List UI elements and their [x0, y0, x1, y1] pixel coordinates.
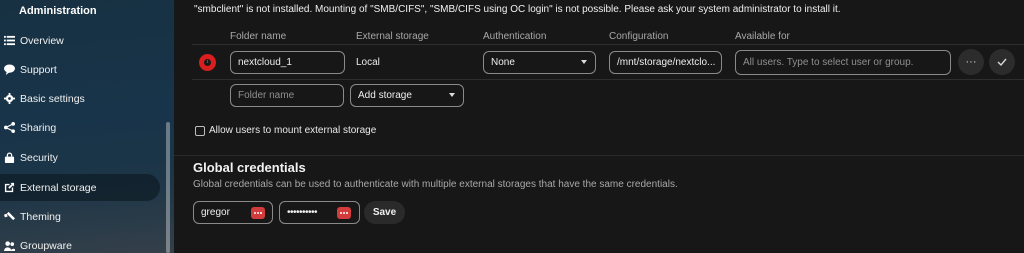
more-actions-button[interactable]: ···	[958, 49, 984, 75]
password-input[interactable]: ••••••••••	[279, 201, 360, 224]
more-icon: ···	[965, 56, 977, 68]
section-divider	[174, 155, 1024, 156]
username-value: gregor	[201, 207, 230, 218]
smbclient-warning: "smbclient" is not installed. Mounting o…	[194, 4, 841, 15]
sidebar-item-label: External storage	[20, 181, 97, 194]
sidebar-item-sharing[interactable]: Sharing	[0, 114, 160, 141]
sidebar-item-label: Groupware	[20, 239, 72, 252]
sidebar-item-support[interactable]: Support	[0, 56, 160, 83]
sidebar-item-label: Support	[20, 63, 57, 76]
available-for-input[interactable]	[735, 50, 951, 75]
save-credentials-button[interactable]: Save	[364, 201, 405, 224]
folder-name-input[interactable]	[230, 51, 345, 74]
password-mask: ••••••••••	[287, 207, 318, 218]
table-row-divider	[192, 79, 1024, 80]
external-storage-settings: "smbclient" is not installed. Mounting o…	[174, 0, 1024, 253]
lock-icon	[2, 151, 16, 165]
sidebar-item-theming[interactable]: Theming	[0, 203, 160, 230]
sidebar-section-title: Administration	[19, 5, 97, 17]
sidebar-item-security[interactable]: Security	[0, 144, 160, 171]
sidebar-item-external-storage[interactable]: External storage	[0, 174, 160, 201]
configuration-input[interactable]: /mnt/storage/nextclo...	[609, 51, 722, 74]
list-icon	[2, 34, 16, 48]
header-folder-name: Folder name	[230, 31, 287, 42]
save-mount-button[interactable]	[989, 49, 1015, 75]
allow-users-checkbox[interactable]	[195, 126, 205, 136]
global-credentials-title: Global credentials	[193, 160, 306, 175]
speech-bubble-icon	[2, 63, 16, 77]
external-link-icon	[2, 181, 16, 195]
sidebar-item-overview[interactable]: Overview	[0, 27, 160, 54]
global-credentials-description: Global credentials can be used to authen…	[193, 179, 678, 190]
error-status-icon[interactable]	[199, 54, 216, 71]
allow-users-label[interactable]: Allow users to mount external storage	[209, 125, 376, 136]
checkmark-icon	[997, 58, 1007, 67]
authentication-select[interactable]: None	[483, 51, 596, 74]
chevron-down-icon	[581, 60, 587, 64]
sidebar-item-label: Theming	[20, 210, 61, 223]
username-input[interactable]: gregor	[193, 201, 273, 224]
group-icon	[2, 239, 16, 253]
authentication-value: None	[491, 57, 515, 68]
table-header-divider	[192, 44, 1024, 45]
header-available-for: Available for	[735, 31, 790, 42]
admin-sidebar: Administration Overview Support Basic se…	[0, 0, 174, 253]
chevron-down-icon	[449, 93, 455, 97]
sidebar-item-label: Security	[20, 151, 58, 164]
sidebar-item-basic-settings[interactable]: Basic settings	[0, 85, 160, 112]
sidebar-scrollbar[interactable]	[166, 122, 170, 253]
new-folder-name-input[interactable]	[230, 84, 344, 107]
add-storage-label: Add storage	[358, 90, 412, 101]
sidebar-item-label: Overview	[20, 34, 64, 47]
add-storage-select[interactable]: Add storage	[350, 84, 464, 107]
sidebar-item-label: Basic settings	[20, 92, 85, 105]
sidebar-item-groupware[interactable]: Groupware	[0, 232, 160, 253]
password-manager-icon[interactable]	[337, 207, 351, 219]
gear-icon	[2, 92, 16, 106]
share-icon	[2, 121, 16, 135]
sidebar-item-label: Sharing	[20, 121, 57, 134]
paintbrush-icon	[2, 210, 16, 224]
password-manager-icon[interactable]	[251, 207, 265, 219]
external-storage-value: Local	[356, 57, 380, 68]
header-external-storage: External storage	[356, 31, 429, 42]
configuration-value: /mnt/storage/nextclo...	[617, 57, 716, 68]
header-configuration: Configuration	[609, 31, 669, 42]
header-authentication: Authentication	[483, 31, 547, 42]
